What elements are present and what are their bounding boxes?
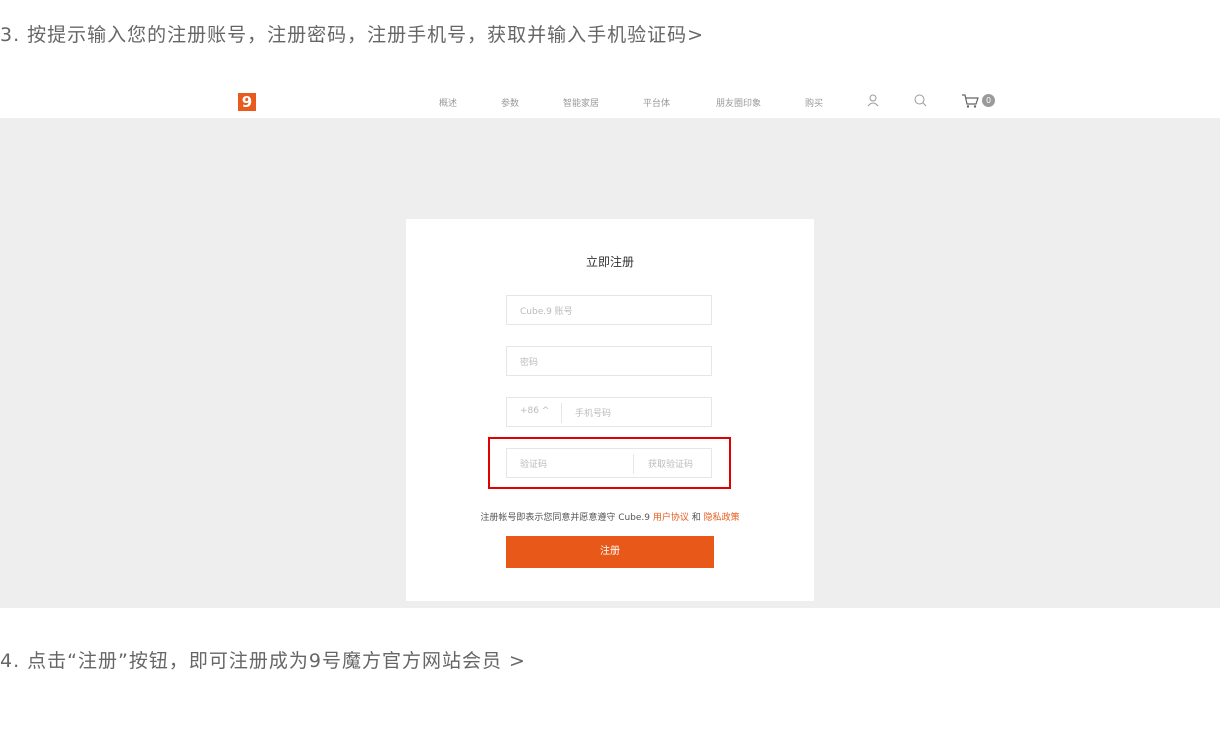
password-placeholder: 密码 [520,358,539,368]
register-button[interactable]: 注册 [506,536,714,568]
user-icon[interactable] [867,94,879,107]
cart-count-badge: 0 [982,94,995,107]
user-agreement-link[interactable]: 用户协议 [653,513,689,523]
step-3-instruction: 3. 按提示输入您的注册账号，注册密码，注册手机号，获取并输入手机验证码> [0,24,705,46]
register-card: 立即注册 Cube.9 账号 密码 +86 ^ 手机号码 验证码 获取验证码 注… [406,219,814,601]
top-navigation: 9 概述 参数 智能家居 平台体 朋友圈印象 购买 0 [0,84,1220,118]
screenshot-example: 9 概述 参数 智能家居 平台体 朋友圈印象 购买 0 立即注册 Cube.9 … [0,84,1220,608]
password-input[interactable]: 密码 [506,346,712,376]
nav-item-specs[interactable]: 参数 [501,96,519,109]
register-title: 立即注册 [585,255,634,269]
agreement-text: 注册帐号即表示您同意并愿意遵守 Cube.9 用户协议 和 隐私政策 [406,510,814,523]
step-4-instruction: 4. 点击“注册”按钮，即可注册成为9号魔方官方网站会员 > [0,650,526,672]
nav-item-overview[interactable]: 概述 [439,96,457,109]
nav-item-buy[interactable]: 购买 [805,96,823,109]
agreement-prefix: 注册帐号即表示您同意并愿意遵守 Cube.9 [480,513,653,523]
highlight-box [488,437,731,489]
cart-icon[interactable] [961,94,979,108]
nav-item-platform[interactable]: 平台体 [643,96,670,109]
account-input[interactable]: Cube.9 账号 [506,295,712,325]
logo[interactable]: 9 [238,93,256,111]
phone-field: +86 ^ 手机号码 [506,397,712,427]
phone-divider [561,403,562,423]
phone-input[interactable]: 手机号码 [575,406,611,419]
nav-item-smart-home[interactable]: 智能家居 [563,96,599,109]
privacy-policy-link[interactable]: 隐私政策 [704,513,740,523]
country-code-select[interactable]: +86 ^ [520,406,549,416]
page-background: 立即注册 Cube.9 账号 密码 +86 ^ 手机号码 验证码 获取验证码 注… [0,118,1220,608]
search-icon[interactable] [914,94,927,107]
agreement-and: 和 [688,513,704,523]
account-placeholder: Cube.9 账号 [520,307,573,317]
nav-item-moments[interactable]: 朋友圈印象 [716,96,761,109]
